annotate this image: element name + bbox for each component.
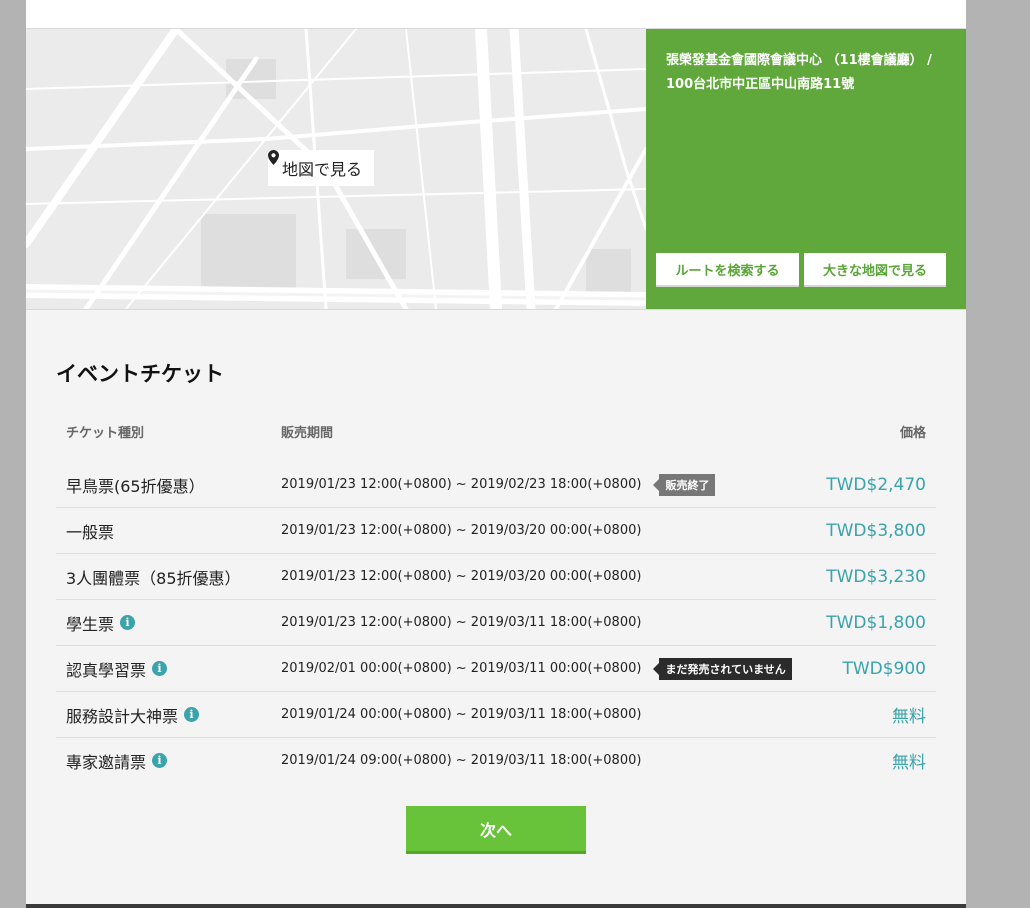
- ticket-name: 學生票 i: [66, 600, 136, 645]
- route-search-button[interactable]: ルートを検索する: [656, 253, 799, 287]
- ticket-row: 學生票 i 2019/01/23 12:00(+0800) ~ 2019/03/…: [56, 600, 936, 646]
- ticket-period-text: 2019/01/23 12:00(+0800) ~ 2019/03/20 00:…: [281, 569, 642, 584]
- ticket-period: 2019/02/01 00:00(+0800) ~ 2019/03/11 00:…: [281, 646, 792, 691]
- ticket-row: 3人團體票（85折優惠） 2019/01/23 12:00(+0800) ~ 2…: [56, 554, 936, 600]
- ticket-period-text: 2019/01/23 12:00(+0800) ~ 2019/03/20 00:…: [281, 523, 642, 538]
- ticket-price: TWD$3,230: [826, 566, 926, 587]
- ticket-period-text: 2019/01/23 12:00(+0800) ~ 2019/03/11 18:…: [281, 615, 642, 630]
- ticket-name-label: 認真學習票: [66, 660, 147, 680]
- ticket-row: 一般票 2019/01/23 12:00(+0800) ~ 2019/03/20…: [56, 508, 936, 554]
- ticket-price: TWD$3,800: [826, 520, 926, 541]
- ticket-name: 3人團體票（85折優惠）: [66, 554, 241, 599]
- ticket-period-text: 2019/01/24 00:00(+0800) ~ 2019/03/11 18:…: [281, 707, 642, 722]
- ticket-name-label: 學生票: [66, 614, 115, 634]
- ticket-row: 專家邀請票 i 2019/01/24 09:00(+0800) ~ 2019/0…: [56, 738, 936, 783]
- ticket-row: 認真學習票 i 2019/02/01 00:00(+0800) ~ 2019/0…: [56, 646, 936, 692]
- ticket-name: 專家邀請票 i: [66, 738, 168, 783]
- ticket-name-label: 服務設計大神票: [66, 706, 179, 726]
- ticket-period: 2019/01/23 12:00(+0800) ~ 2019/02/23 18:…: [281, 462, 716, 507]
- bottom-bar: [26, 904, 966, 908]
- ticket-period-text: 2019/02/01 00:00(+0800) ~ 2019/03/11 00:…: [281, 661, 642, 676]
- header-ticket-type: チケット種別: [66, 426, 145, 441]
- ticket-price: TWD$1,800: [826, 612, 926, 633]
- header-sale-period: 販売期間: [281, 426, 334, 441]
- ticket-row: 服務設計大神票 i 2019/01/24 00:00(+0800) ~ 2019…: [56, 692, 936, 738]
- top-strip: [26, 0, 966, 29]
- venue-panel: 張榮發基金會國際會議中心 （11樓會議廳） / 100台北市中正區中山南路11號…: [646, 29, 966, 309]
- next-button[interactable]: 次へ: [406, 806, 586, 854]
- map-preview[interactable]: 地図で見る: [26, 29, 646, 309]
- ticket-name: 認真學習票 i: [66, 646, 168, 691]
- view-map-link[interactable]: 地図で見る: [268, 150, 375, 186]
- ticket-table-header: チケット種別 販売期間 価格: [56, 410, 936, 462]
- info-icon[interactable]: i: [152, 753, 168, 768]
- info-icon[interactable]: i: [184, 707, 200, 722]
- ticket-table: チケット種別 販売期間 価格 早鳥票(65折優惠） 2019/01/23 12:…: [56, 410, 936, 783]
- divider: [26, 309, 966, 310]
- ticket-period: 2019/01/23 12:00(+0800) ~ 2019/03/11 18:…: [281, 600, 641, 645]
- ticket-name-label: 一般票: [66, 522, 115, 542]
- ticket-period-text: 2019/01/23 12:00(+0800) ~ 2019/02/23 18:…: [281, 477, 642, 492]
- ticket-period-text: 2019/01/24 09:00(+0800) ~ 2019/03/11 18:…: [281, 753, 642, 768]
- info-icon[interactable]: i: [120, 615, 136, 630]
- ticket-period: 2019/01/23 12:00(+0800) ~ 2019/03/20 00:…: [281, 508, 641, 553]
- status-badge: まだ発売されていません: [653, 657, 792, 680]
- ticket-period: 2019/01/24 00:00(+0800) ~ 2019/03/11 18:…: [281, 692, 641, 737]
- ticket-name-label: 3人團體票（85折優惠）: [66, 568, 241, 588]
- ticket-name: 早鳥票(65折優惠）: [66, 462, 205, 507]
- view-map-label: 地図で見る: [282, 160, 363, 179]
- ticket-period: 2019/01/23 12:00(+0800) ~ 2019/03/20 00:…: [281, 554, 641, 599]
- venue-address: 張榮發基金會國際會議中心 （11樓會議廳） / 100台北市中正區中山南路11號: [666, 53, 932, 92]
- header-price: 価格: [899, 426, 926, 441]
- map-pin-icon: [268, 150, 279, 165]
- ticket-name-label: 專家邀請票: [66, 752, 147, 772]
- ticket-price: TWD$2,470: [826, 474, 926, 495]
- status-badge: 販売終了: [653, 473, 716, 496]
- ticket-period: 2019/01/24 09:00(+0800) ~ 2019/03/11 18:…: [281, 738, 641, 783]
- info-icon[interactable]: i: [152, 661, 168, 676]
- large-map-button[interactable]: 大きな地図で見る: [804, 253, 946, 287]
- ticket-name: 一般票: [66, 508, 114, 553]
- ticket-price: TWD$900: [842, 658, 926, 679]
- ticket-name: 服務設計大神票 i: [66, 692, 200, 737]
- ticket-row: 早鳥票(65折優惠） 2019/01/23 12:00(+0800) ~ 201…: [56, 462, 936, 508]
- ticket-name-label: 早鳥票(65折優惠）: [66, 476, 205, 496]
- tickets-title: イベントチケット: [56, 362, 224, 386]
- ticket-price: 無料: [892, 707, 926, 727]
- ticket-price: 無料: [892, 753, 926, 773]
- event-panel: 地図で見る 張榮發基金會國際會議中心 （11樓會議廳） / 100台北市中正區中…: [26, 0, 966, 904]
